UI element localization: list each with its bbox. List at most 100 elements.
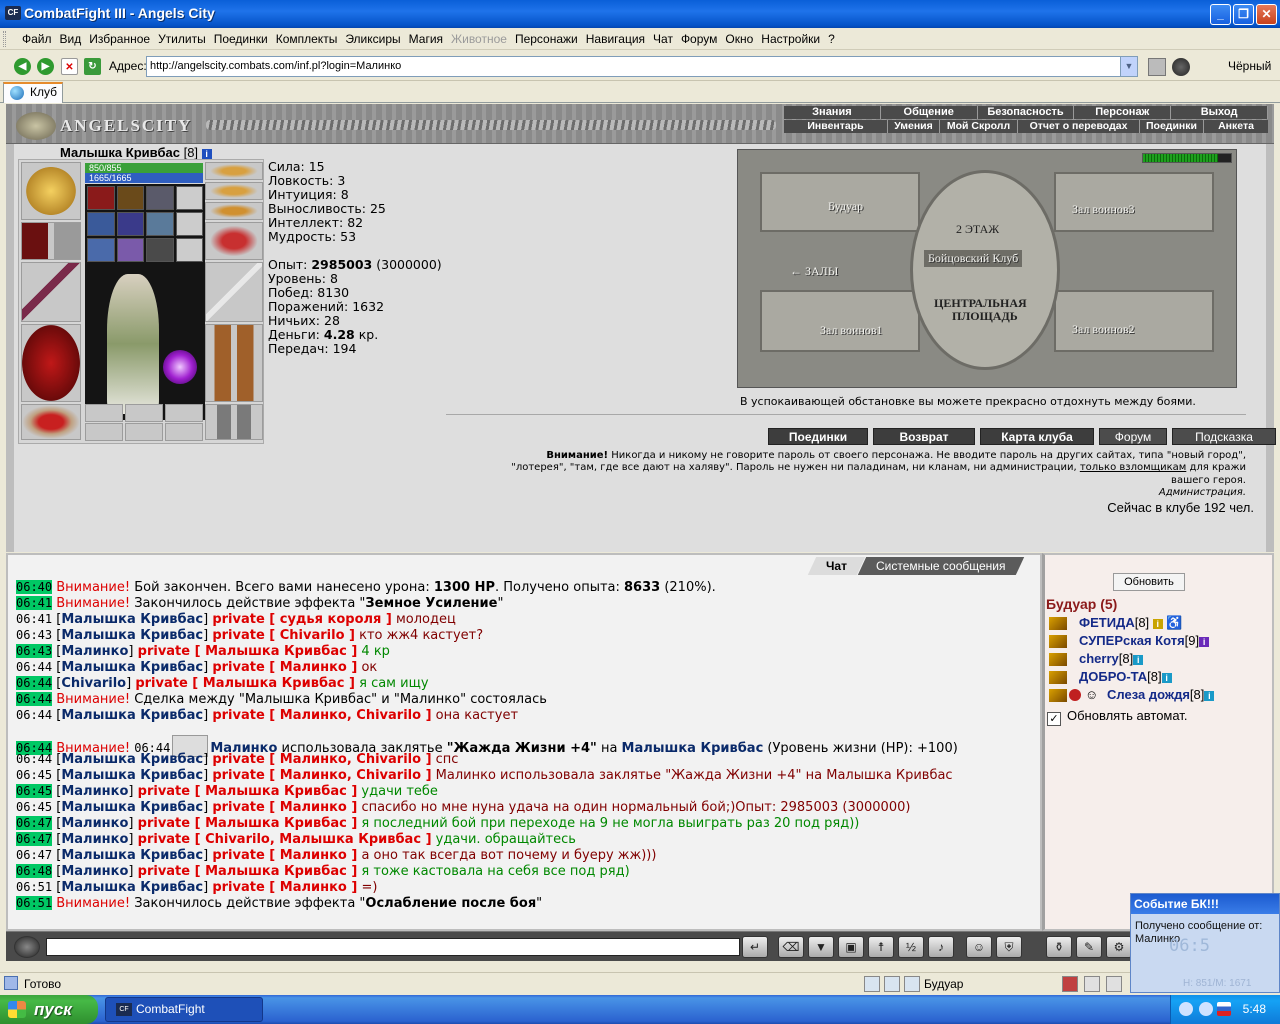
nav-character[interactable]: Персонаж <box>1074 106 1172 119</box>
helmet-icon[interactable]: ⛨ <box>996 936 1022 958</box>
private-arrow-icon[interactable] <box>1049 671 1067 684</box>
belt-icon[interactable] <box>21 404 81 440</box>
staff-weapon-icon[interactable] <box>21 262 81 322</box>
gear-icon[interactable]: ⚙ <box>1106 936 1132 958</box>
hint-button[interactable]: Подсказка <box>1172 428 1276 445</box>
rune-icon[interactable] <box>116 186 144 210</box>
info-icon[interactable]: i <box>1133 654 1144 665</box>
address-input[interactable]: http://angelscity.combats.com/inf.pl?log… <box>146 56 1138 77</box>
armor-robe-icon[interactable] <box>21 324 81 402</box>
send-icon[interactable]: ↵ <box>742 936 768 958</box>
forward-icon[interactable]: ▶ <box>37 58 54 75</box>
minimize-button[interactable]: _ <box>1210 4 1231 25</box>
filter-icon[interactable]: ▼ <box>808 936 834 958</box>
menu-view[interactable]: Вид <box>56 31 86 47</box>
empty-slot-icon[interactable] <box>125 404 163 422</box>
close-button[interactable]: ✕ <box>1256 4 1277 25</box>
chat-bubble-icon[interactable] <box>14 936 40 958</box>
nav-communication[interactable]: Общение <box>881 106 978 119</box>
start-button[interactable]: пуск <box>0 995 98 1024</box>
menu-window[interactable]: Окно <box>721 31 757 47</box>
table-icon[interactable] <box>884 976 900 992</box>
rune-icon[interactable] <box>146 186 174 210</box>
user-item[interactable]: ДОБРО-ТА[8] i <box>1049 669 1214 687</box>
forum-button[interactable]: Форум <box>1099 428 1167 445</box>
rune-icon[interactable] <box>116 212 144 236</box>
tab-club[interactable]: Клуб <box>3 82 63 103</box>
stop-icon[interactable]: ✕ <box>61 58 78 75</box>
menu-sets[interactable]: Комплекты <box>272 31 342 47</box>
rune-icon[interactable] <box>87 238 115 262</box>
gloves-icon[interactable] <box>205 222 263 260</box>
hackers-link[interactable]: только взломщикам <box>1080 462 1186 473</box>
tab-chat[interactable]: Чат <box>807 557 865 575</box>
scroll-icon[interactable] <box>175 212 203 236</box>
tray-network-icon[interactable] <box>1199 1002 1213 1016</box>
shield-empty-icon[interactable] <box>205 262 263 322</box>
leggings-icon[interactable] <box>205 324 263 402</box>
duels-button[interactable]: Поединки <box>768 428 868 445</box>
refresh-icon[interactable]: ↻ <box>84 58 101 75</box>
private-arrow-icon[interactable] <box>1049 689 1067 702</box>
earrings-icon[interactable] <box>205 162 263 180</box>
user-item[interactable]: СУПЕРская Котя[9] i <box>1049 633 1214 651</box>
menu-forum[interactable]: Форум <box>677 31 721 47</box>
tray-arrow-icon[interactable] <box>1179 1002 1193 1016</box>
users-icon[interactable] <box>1172 58 1190 76</box>
menu-elixirs[interactable]: Эликсиры <box>341 31 404 47</box>
info-icon[interactable]: i <box>1161 672 1172 683</box>
nav-knowledge[interactable]: Знания <box>784 106 881 119</box>
map-label-halls[interactable]: ← ЗАЛЫ <box>790 264 838 279</box>
empty-slot-icon[interactable] <box>125 423 163 441</box>
user-item[interactable]: cherry[8] i <box>1049 651 1214 669</box>
amulet-icon[interactable] <box>205 182 263 200</box>
sound-icon[interactable]: ♪ <box>928 936 954 958</box>
info-icon[interactable]: i <box>1199 636 1210 647</box>
clock-icon[interactable] <box>864 976 880 992</box>
private-arrow-icon[interactable] <box>1049 617 1067 630</box>
private-arrow-icon[interactable] <box>1049 635 1067 648</box>
menu-utilities[interactable]: Утилиты <box>154 31 210 47</box>
return-button[interactable]: Возврат <box>873 428 975 445</box>
info-icon[interactable]: i <box>1152 618 1163 629</box>
box-icon[interactable] <box>904 976 920 992</box>
scroll-icon[interactable] <box>175 186 203 210</box>
nav-transfer-report[interactable]: Отчет о переводах <box>1018 120 1140 133</box>
club-map-button[interactable]: Карта клуба <box>980 428 1094 445</box>
menu-navigation[interactable]: Навигация <box>582 31 649 47</box>
clear-icon[interactable]: ⌫ <box>778 936 804 958</box>
menu-magic[interactable]: Магия <box>405 31 447 47</box>
taskbar-item-combatfight[interactable]: CF CombatFight <box>105 997 263 1022</box>
maximize-button[interactable]: ❐ <box>1233 4 1254 25</box>
info-icon[interactable]: i <box>201 148 212 159</box>
back-icon[interactable]: ◀ <box>14 58 31 75</box>
battle-icon[interactable] <box>1062 976 1078 992</box>
spell-icon[interactable] <box>1106 976 1122 992</box>
private-arrow-icon[interactable] <box>1049 653 1067 666</box>
character-name[interactable]: Малышка Кривбас [8] i <box>60 145 212 160</box>
menu-chat[interactable]: Чат <box>649 31 677 47</box>
menu-file[interactable]: Файл <box>18 31 56 47</box>
menu-settings[interactable]: Настройки <box>757 31 824 47</box>
user-item[interactable]: ☺ Слеза дождя[8] i <box>1049 687 1215 705</box>
fighter-icon[interactable]: ☨ <box>868 936 894 958</box>
smiley-icon[interactable]: ☺ <box>966 936 992 958</box>
menu-help[interactable]: ? <box>824 31 839 47</box>
nav-duels[interactable]: Поединки <box>1140 120 1204 133</box>
print-icon[interactable] <box>1148 58 1166 76</box>
empty-slot-icon[interactable] <box>85 423 123 441</box>
bag-icon[interactable]: ⚱ <box>1046 936 1072 958</box>
chat-input[interactable] <box>46 938 740 956</box>
map-central-square[interactable] <box>910 170 1060 370</box>
auto-refresh[interactable]: ✓ Обновлять автомат. <box>1047 708 1187 726</box>
boots-icon[interactable] <box>205 404 263 440</box>
event-notification[interactable]: Событие БК!!! Получено сообщение от: Мал… <box>1130 893 1280 993</box>
rune-icon[interactable] <box>116 238 144 262</box>
empty-slot-icon[interactable] <box>165 404 203 422</box>
scroll-icon[interactable] <box>175 238 203 262</box>
auto-refresh-checkbox[interactable]: ✓ <box>1047 712 1061 726</box>
menu-characters[interactable]: Персонажи <box>511 31 582 47</box>
rune-icon[interactable] <box>87 212 115 236</box>
scroll-tool-icon[interactable]: ✎ <box>1076 936 1102 958</box>
map-room-hall2[interactable] <box>1054 290 1214 352</box>
